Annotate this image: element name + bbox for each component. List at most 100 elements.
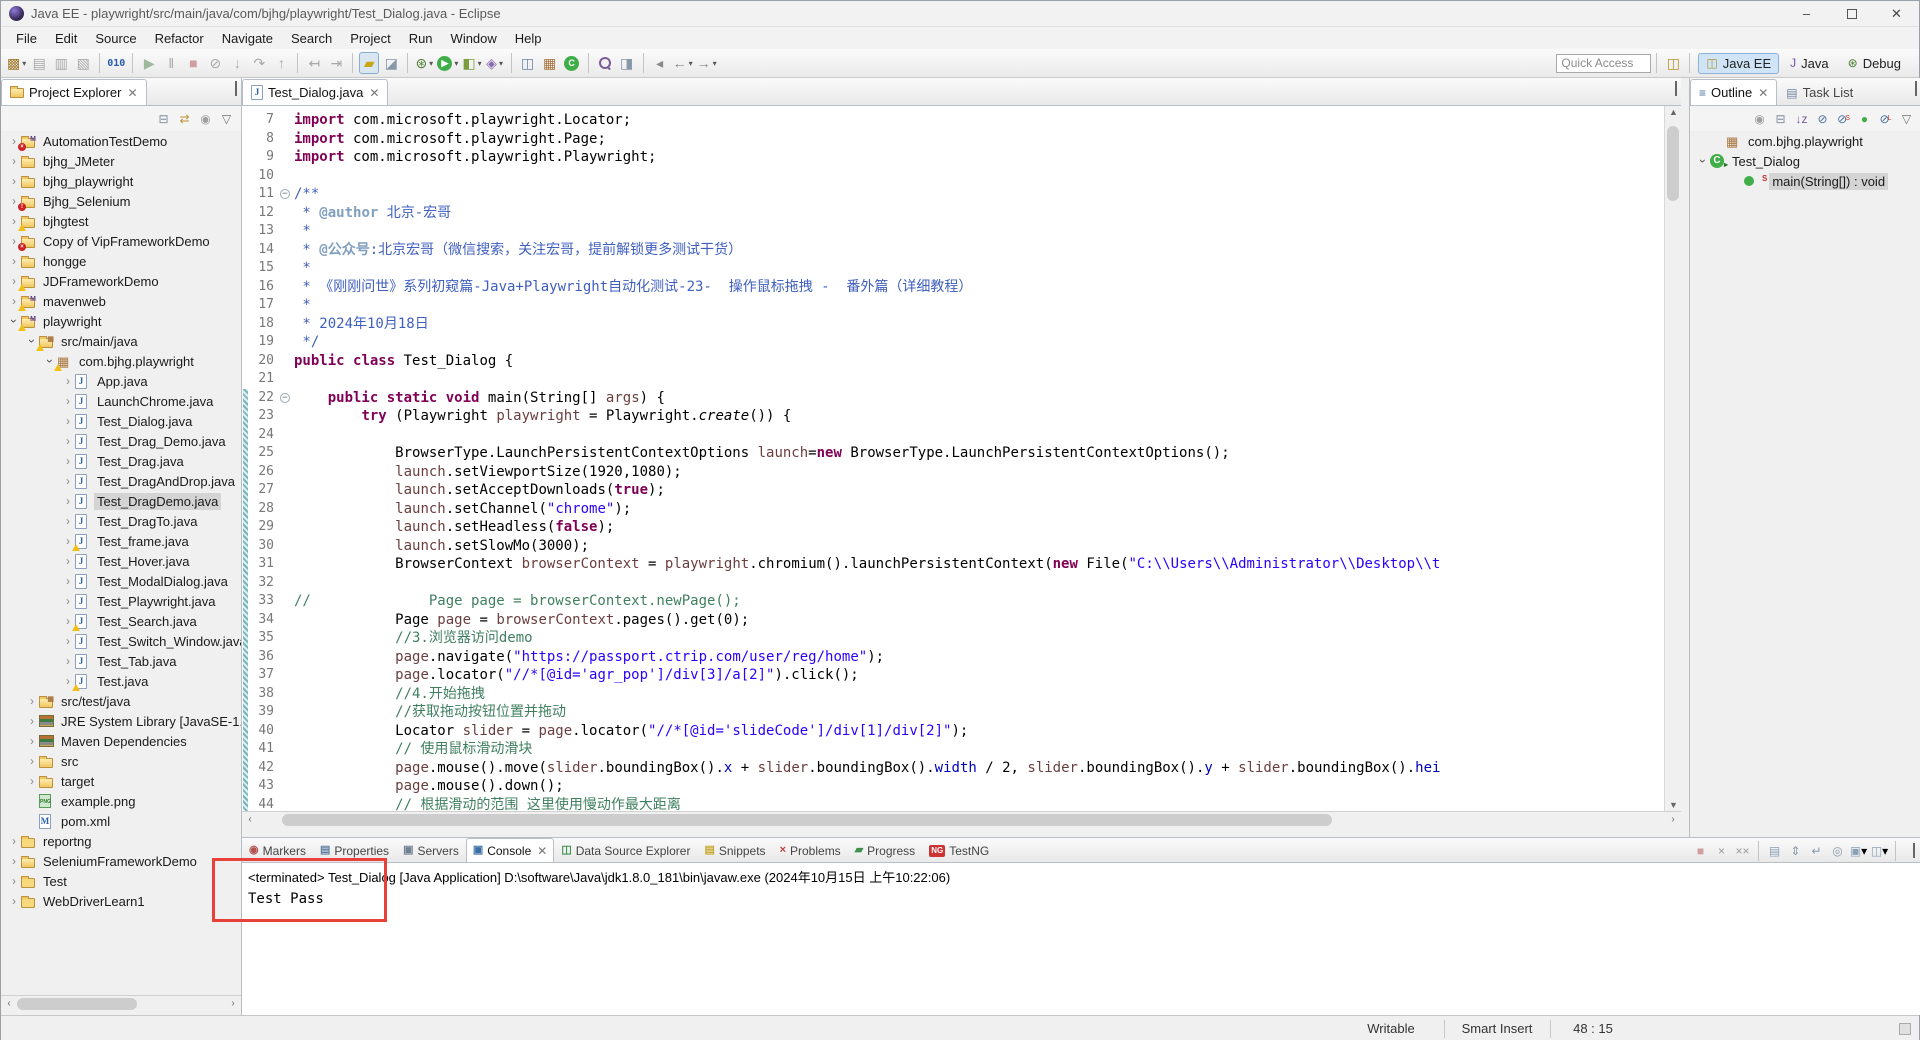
tab-project-explorer[interactable]: Project Explorer ✕ (1, 79, 147, 105)
tab-properties[interactable]: ▤ Properties (313, 838, 396, 862)
save-button[interactable]: ▤ (29, 52, 49, 74)
expand-arrow-icon[interactable]: › (7, 255, 21, 267)
expand-arrow-icon[interactable]: › (61, 615, 75, 627)
insert-mode-status[interactable]: Smart Insert (1447, 1016, 1547, 1040)
search-button[interactable] (595, 52, 615, 74)
code-line-30[interactable]: 30 launch.setSlowMo(3000); (242, 536, 1664, 555)
tree-item-test-java[interactable]: › J Test.java (1, 671, 241, 691)
code-line-21[interactable]: 21 (242, 370, 1664, 389)
step-into-button[interactable]: ↓ (227, 52, 247, 74)
expand-arrow-icon[interactable]: › (61, 515, 75, 527)
fold-collapse-icon[interactable]: − (280, 189, 290, 199)
perspective-java[interactable]: J Java (1782, 53, 1836, 74)
remove-all-button[interactable]: ×× (1733, 842, 1752, 861)
code-line-12[interactable]: 12 * @author 北京-宏哥 (242, 203, 1664, 222)
expand-arrow-icon[interactable]: › (61, 595, 75, 607)
code-line-19[interactable]: 19 */ (242, 333, 1664, 352)
tree-item-test-search-java[interactable]: › J Test_Search.java (1, 611, 241, 631)
scroll-thumb[interactable] (17, 997, 137, 1010)
outline-item-test-dialog[interactable]: ›CTest_Dialog (1690, 151, 1920, 172)
tree-item-bjhgtest[interactable]: › bjhgtest (1, 211, 241, 231)
expand-arrow-icon[interactable]: › (7, 875, 21, 887)
new-class-button[interactable]: C (562, 52, 582, 74)
suspend-button[interactable]: ‖ (161, 52, 181, 74)
tree-item-test-drag-demo-java[interactable]: › J Test_Drag_Demo.java (1, 431, 241, 451)
expand-arrow-icon[interactable]: › (7, 275, 21, 287)
expand-arrow-icon[interactable]: › (25, 735, 39, 747)
menu-run[interactable]: Run (400, 29, 442, 48)
scroll-lock-toggle[interactable]: ⇕ (1786, 842, 1805, 861)
new-java-project-button[interactable]: ◫ (518, 52, 538, 74)
expand-arrow-icon[interactable]: › (7, 895, 21, 907)
mark-occurrences-toggle[interactable]: ▰ (359, 52, 380, 74)
expand-arrow-icon[interactable]: › (61, 635, 75, 647)
tree-item-reportng[interactable]: › reportng (1, 831, 241, 851)
tree-item-test-hover-java[interactable]: › J Test_Hover.java (1, 551, 241, 571)
hide-fields-button[interactable]: ⊘ (1813, 109, 1832, 128)
expand-arrow-icon[interactable]: › (7, 855, 21, 867)
menu-edit[interactable]: Edit (46, 29, 86, 48)
code-line-27[interactable]: 27 launch.setAcceptDownloads(true); (242, 481, 1664, 500)
code-line-14[interactable]: 14 * @公众号:北京宏哥（微信搜索，关注宏哥，提前解锁更多测试干货） (242, 240, 1664, 259)
code-line-36[interactable]: 36 page.navigate("https://passport.ctrip… (242, 647, 1664, 666)
close-icon[interactable]: ✕ (537, 844, 547, 858)
editor-vscrollbar[interactable]: ▲ ▼ (1664, 106, 1681, 811)
tree-item-test-drag-java[interactable]: › J Test_Drag.java (1, 451, 241, 471)
hide-nonpublic-button[interactable]: ● (1855, 109, 1874, 128)
tree-item-test-frame-java[interactable]: › J Test_frame.java (1, 531, 241, 551)
expand-arrow-icon[interactable]: › (61, 435, 75, 447)
hide-static-button[interactable]: ⊘ S (1834, 109, 1853, 128)
tree-item-test-switch-window-java[interactable]: › J Test_Switch_Window.java (1, 631, 241, 651)
tab-testng[interactable]: NG TestNG (922, 838, 996, 862)
expand-arrow-icon[interactable]: › (7, 155, 21, 167)
expand-arrow-icon[interactable]: › (61, 375, 75, 387)
tree-item-test-playwright-java[interactable]: › J Test_Playwright.java (1, 591, 241, 611)
disconnect-button[interactable]: ⊘ (205, 52, 225, 74)
terminate-button[interactable]: ■ (183, 52, 203, 74)
code-line-31[interactable]: 31 BrowserContext browserContext = playw… (242, 555, 1664, 574)
tree-item-automationtestdemo[interactable]: › M × AutomationTestDemo (1, 131, 241, 151)
expand-arrow-icon[interactable]: › (61, 455, 75, 467)
view-menu-button[interactable]: ▽ (1897, 109, 1916, 128)
expand-arrow-icon[interactable]: › (61, 475, 75, 487)
close-icon[interactable]: ✕ (127, 86, 137, 100)
minimize-button[interactable]: – (1784, 1, 1829, 26)
tab-test-dialog-java[interactable]: J Test_Dialog.java ✕ (242, 79, 389, 105)
code-line-32[interactable]: 32 (242, 573, 1664, 592)
scroll-right-icon[interactable]: › (1665, 814, 1681, 825)
back-button[interactable]: ← ▾ (672, 52, 694, 74)
tree-item-src-test-java[interactable]: › ▦ src/test/java (1, 691, 241, 711)
tree-item-test-dragto-java[interactable]: › J Test_DragTo.java (1, 511, 241, 531)
tree-item-test-dragdemo-java[interactable]: › J Test_DragDemo.java (1, 491, 241, 511)
maximize-view-icon[interactable] (1913, 842, 1915, 858)
maximize-view-icon[interactable] (235, 81, 237, 96)
code-line-18[interactable]: 18 * 2024年10月18日 (242, 314, 1664, 333)
step-over-button[interactable]: ↷ (249, 52, 269, 74)
drop-to-frame-button[interactable]: ↤ (304, 52, 324, 74)
code-line-11[interactable]: 11−/** (242, 185, 1664, 204)
collapse-arrow-icon[interactable]: › (7, 314, 21, 328)
code-line-44[interactable]: 44 // 根据滑动的范围 这里使用慢动作最大距离 (242, 795, 1664, 811)
collapse-arrow-icon[interactable]: › (25, 334, 39, 348)
expand-arrow-icon[interactable]: › (61, 655, 75, 667)
code-line-43[interactable]: 43 page.mouse().down(); (242, 777, 1664, 796)
code-line-26[interactable]: 26 launch.setViewportSize(1920,1080); (242, 462, 1664, 481)
hide-local-types-button[interactable]: ⊘ L (1876, 109, 1895, 128)
expand-arrow-icon[interactable]: › (61, 675, 75, 687)
step-return-button[interactable]: ↑ (271, 52, 291, 74)
tree-item-pom-xml[interactable]: Mpom.xml (1, 811, 241, 831)
code-line-9[interactable]: 9 import com.microsoft.playwright.Playwri… (242, 148, 1664, 167)
maximize-view-icon[interactable] (1675, 81, 1677, 96)
code-line-41[interactable]: 41 // 使用鼠标滑动滑块 (242, 740, 1664, 759)
view-menu-button[interactable]: ▽ (217, 109, 236, 128)
expand-arrow-icon[interactable]: › (61, 395, 75, 407)
project-explorer-hscrollbar[interactable]: ‹ › (1, 995, 241, 1011)
scroll-right-icon[interactable]: › (225, 998, 241, 1009)
code-line-39[interactable]: 39 //获取拖动按钮位置并拖动 (242, 703, 1664, 722)
toggle-editor-annotations[interactable]: ◨ (617, 52, 637, 74)
collapse-all-button[interactable]: ⊟ (1771, 109, 1790, 128)
code-line-40[interactable]: 40 Locator slider = page.locator("//*[@i… (242, 721, 1664, 740)
code-editor[interactable]: 7 import com.microsoft.playwright.Locator… (242, 106, 1664, 811)
expand-arrow-icon[interactable]: › (7, 835, 21, 847)
use-step-filters-toggle[interactable]: ⇥ (326, 52, 346, 74)
